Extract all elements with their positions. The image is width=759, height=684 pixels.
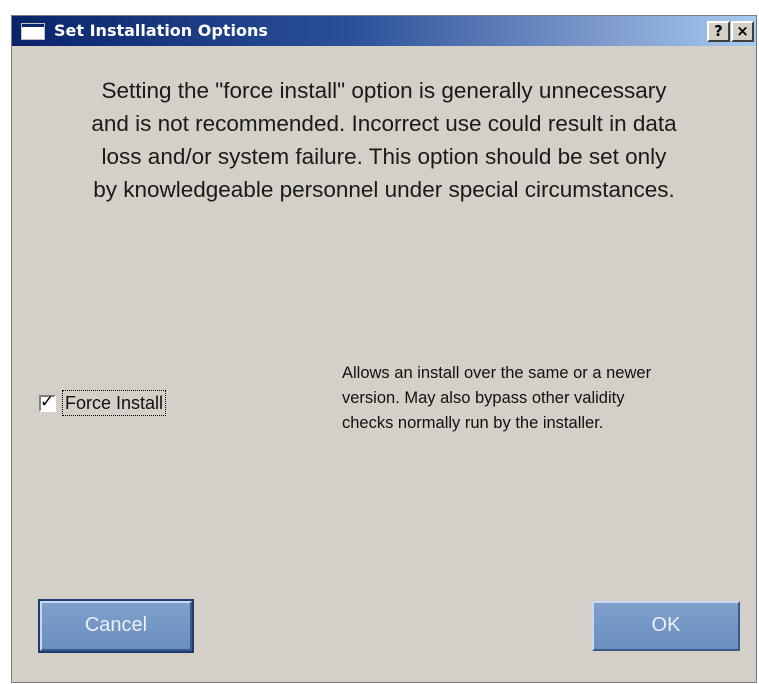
force-install-option: ✓ Force Install (39, 389, 167, 417)
description-line: version. May also bypass other validity (342, 389, 625, 407)
warning-line: and is not recommended. Incorrect use co… (91, 111, 677, 136)
cancel-button[interactable]: Cancel (38, 599, 194, 653)
warning-line: loss and/or system failure. This option … (101, 144, 667, 169)
help-button[interactable]: ? (707, 21, 730, 42)
description-line: checks normally run by the installer. (342, 414, 604, 432)
window-title: Set Installation Options (54, 21, 268, 40)
set-installation-options-dialog: Set Installation Options ? × Setting the… (11, 15, 757, 683)
force-install-label[interactable]: Force Install (62, 390, 167, 416)
window-icon (21, 23, 45, 40)
close-button[interactable]: × (731, 21, 754, 42)
force-install-description: Allows an install over the same or a new… (342, 361, 742, 436)
warning-text: Setting the "force install" option is ge… (24, 74, 744, 206)
ok-button[interactable]: OK (592, 601, 740, 651)
warning-line: Setting the "force install" option is ge… (101, 78, 667, 103)
description-line: Allows an install over the same or a new… (342, 364, 652, 382)
warning-line: by knowledgeable personnel under special… (93, 177, 675, 202)
force-install-checkbox[interactable]: ✓ (39, 391, 56, 412)
checkmark-icon: ✓ (40, 391, 55, 412)
title-bar[interactable]: Set Installation Options ? × (12, 16, 756, 46)
